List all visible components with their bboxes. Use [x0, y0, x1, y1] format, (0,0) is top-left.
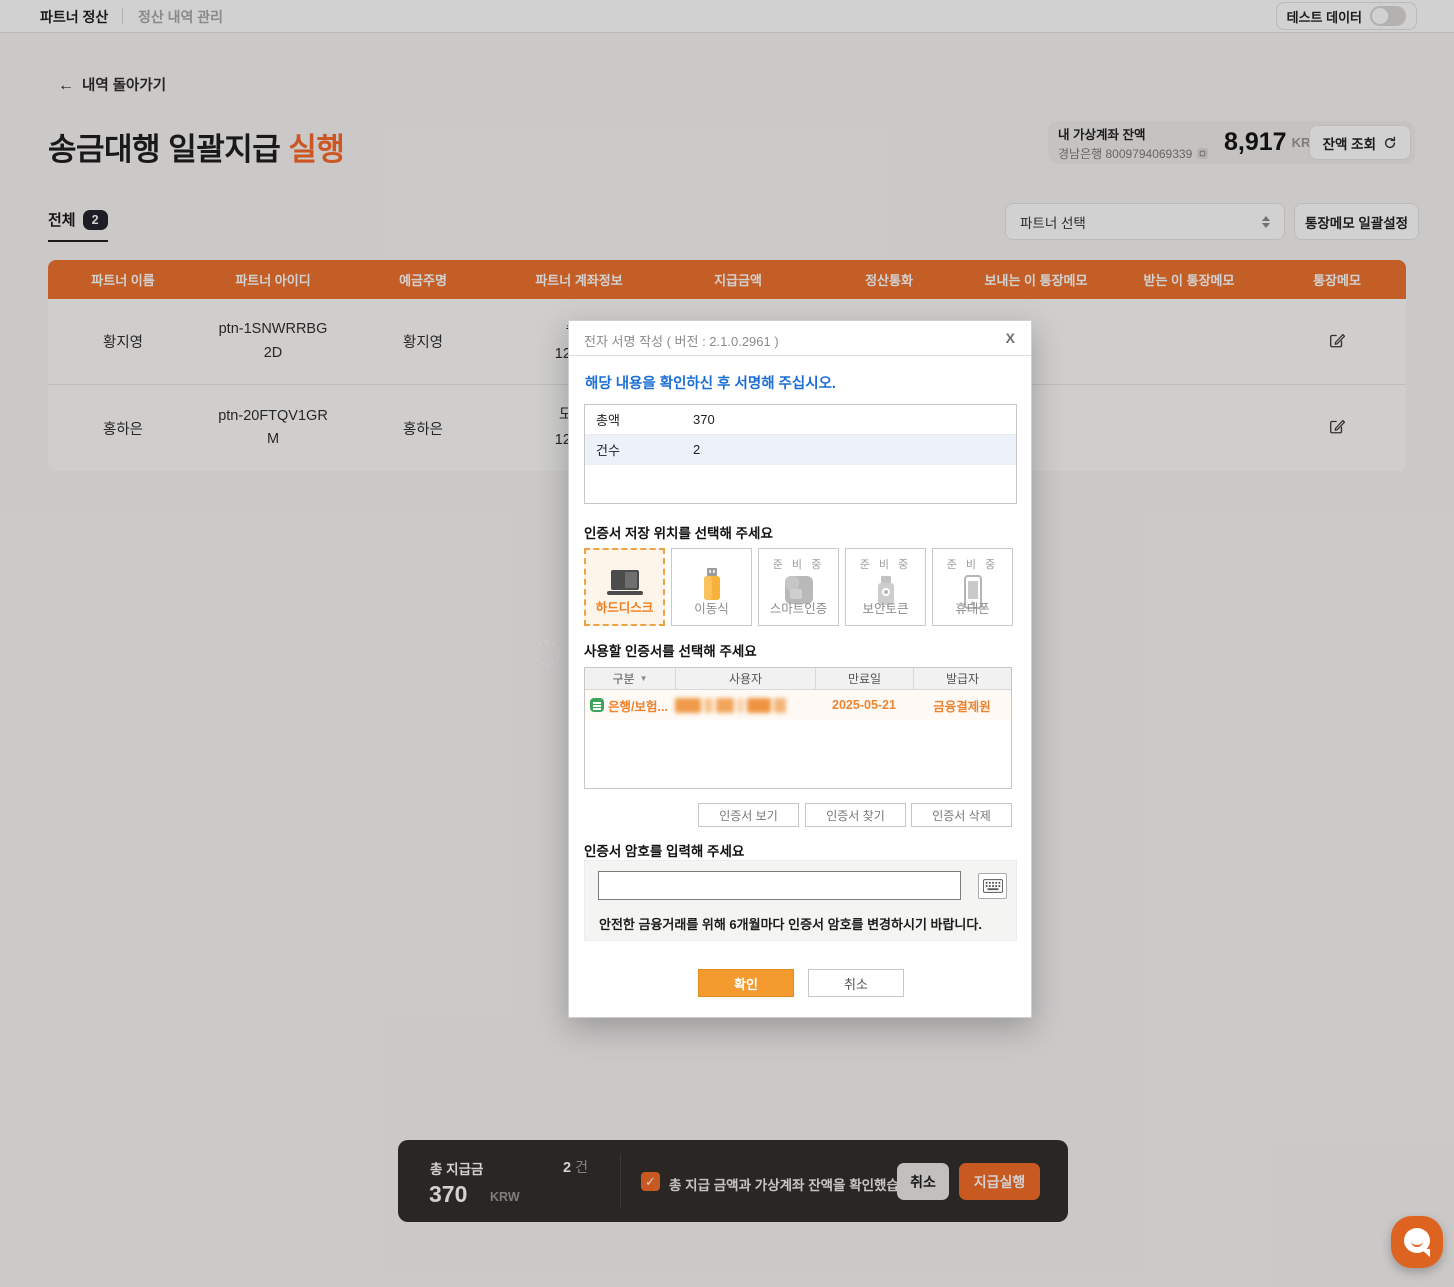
close-icon[interactable]: X	[1006, 330, 1015, 346]
cert-user-redacted	[675, 698, 815, 713]
storage-tile-smartauth[interactable]: 준 비 중 스마트인증	[758, 548, 839, 626]
certificate-storage-tiles: 하드디스크 이동식 준 비 중 스마트인증 준 비 중 보안토	[584, 548, 1013, 626]
cert-issuer: 금융결제원	[913, 696, 1011, 715]
cert-section-title: 사용할 인증서를 선택해 주세요	[584, 640, 757, 660]
storage-section-title: 인증서 저장 위치를 선택해 주세요	[584, 522, 773, 542]
summary-row-total: 총액370	[585, 405, 1016, 435]
harddisk-icon	[586, 568, 663, 600]
storage-tile-harddisk[interactable]: 하드디스크	[584, 548, 665, 626]
sign-summary-table: 총액370 건수2	[584, 404, 1017, 504]
digital-signature-modal: 전자 서명 작성 ( 버전 : 2.1.0.2961 ) X 해당 내용을 확인…	[568, 320, 1032, 1018]
certificate-password-input[interactable]	[598, 871, 961, 900]
password-section-title: 인증서 암호를 입력해 주세요	[584, 840, 744, 860]
modal-title: 전자 서명 작성 ( 버전 : 2.1.0.2961 )	[584, 331, 779, 350]
keyboard-icon	[983, 879, 1003, 893]
cert-find-button[interactable]: 인증서 찾기	[805, 803, 906, 827]
cert-col-user: 사용자	[675, 668, 815, 689]
cert-col-expiry: 만료일	[815, 668, 913, 689]
cert-col-type[interactable]: 구분▼	[585, 668, 675, 689]
certificate-icon	[590, 698, 604, 712]
app-root: 파트너 정산 정산 내역 관리 테스트 데이터 ←내역 돌아가기 송금대행 일괄…	[0, 0, 1454, 1287]
modal-confirm-button[interactable]: 확인	[698, 969, 794, 997]
cert-view-button[interactable]: 인증서 보기	[698, 803, 799, 827]
sign-instruction: 해당 내용을 확인하신 후 서명해 주십시오.	[585, 372, 836, 393]
chat-launcher-icon[interactable]	[1391, 1216, 1443, 1268]
summary-row-count: 건수2	[585, 435, 1016, 465]
storage-tile-removable[interactable]: 이동식	[671, 548, 752, 626]
cert-col-issuer: 발급자	[913, 668, 1011, 689]
modal-cancel-button[interactable]: 취소	[808, 969, 904, 997]
cert-expiry: 2025-05-21	[815, 698, 913, 712]
certificate-row[interactable]: 은행/보험... 2025-05-21 금융결제원	[585, 690, 1011, 720]
password-panel: 안전한 금융거래를 위해 6개월마다 인증서 암호를 변경하시기 바랍니다.	[584, 860, 1017, 941]
cert-type: 은행/보험...	[608, 696, 668, 715]
storage-tile-mobile[interactable]: 준 비 중 휴대폰	[932, 548, 1013, 626]
virtual-keyboard-button[interactable]	[978, 873, 1007, 899]
certificate-table-header: 구분▼ 사용자 만료일 발급자	[585, 668, 1011, 690]
password-note: 안전한 금융거래를 위해 6개월마다 인증서 암호를 변경하시기 바랍니다.	[599, 914, 982, 933]
storage-tile-securitytoken[interactable]: 준 비 중 보안토큰	[845, 548, 926, 626]
modal-titlebar: 전자 서명 작성 ( 버전 : 2.1.0.2961 ) X	[569, 321, 1031, 356]
sort-icon: ▼	[640, 674, 648, 683]
certificate-table: 구분▼ 사용자 만료일 발급자 은행/보험... 2025-05-21 금융결제…	[584, 667, 1012, 789]
cert-delete-button[interactable]: 인증서 삭제	[911, 803, 1012, 827]
